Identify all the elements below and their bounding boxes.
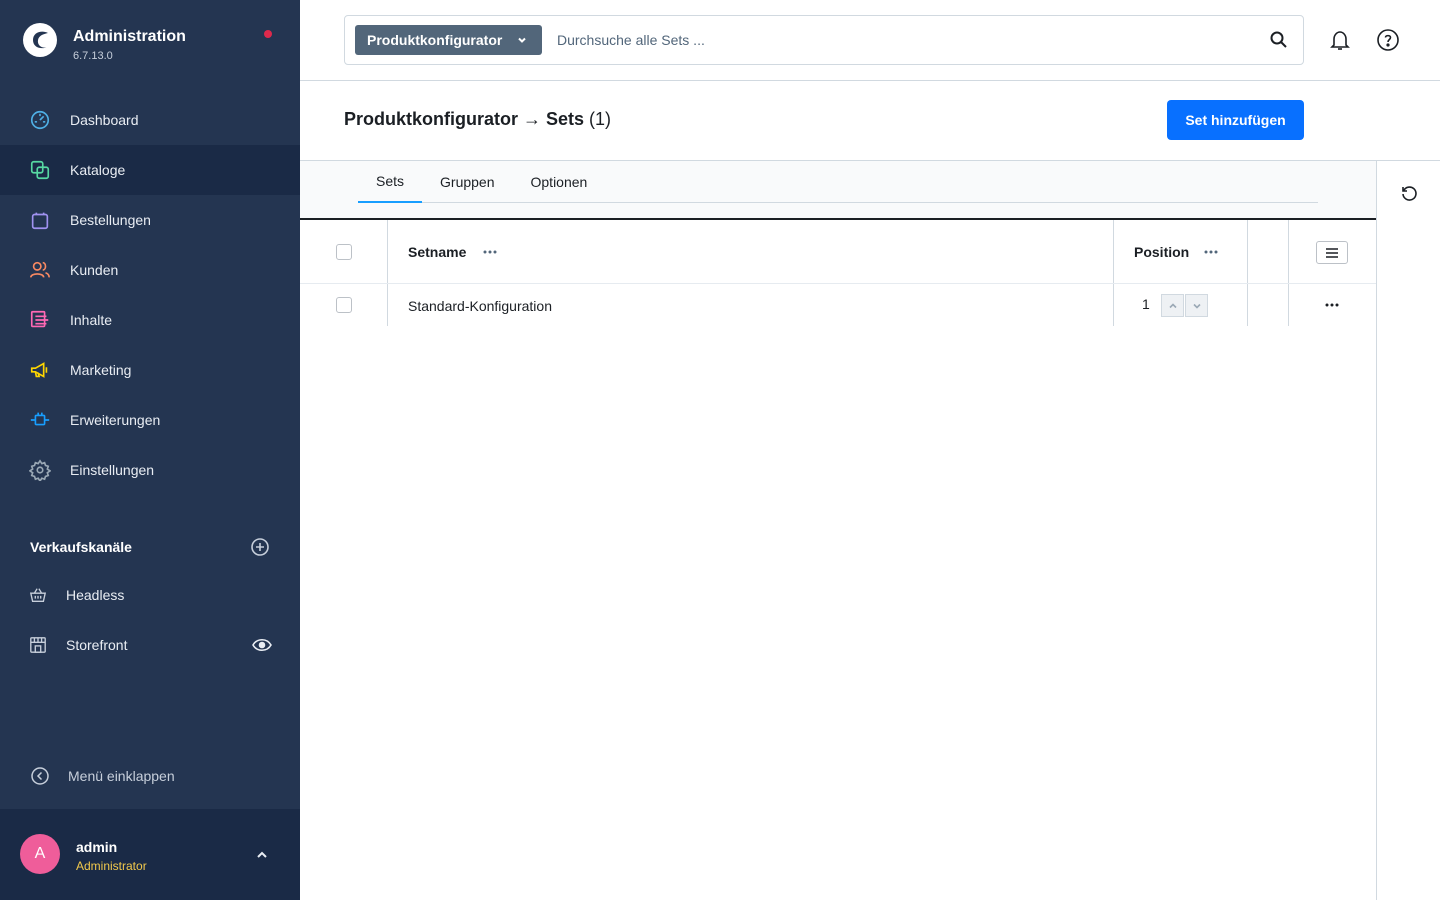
sales-channels-header: Verkaufskanäle bbox=[30, 537, 270, 557]
page-title-text: Produktkonfigurator → Sets bbox=[344, 109, 585, 129]
select-all-checkbox[interactable] bbox=[336, 244, 352, 260]
sales-channel-list: Headless Storefront bbox=[0, 570, 300, 670]
brand-title: Administration bbox=[73, 28, 186, 45]
nav-item-settings[interactable]: Einstellungen bbox=[0, 445, 300, 495]
nav-item-content[interactable]: Inhalte bbox=[0, 295, 300, 345]
nav-item-label: Marketing bbox=[70, 362, 132, 378]
row-checkbox[interactable] bbox=[336, 297, 352, 313]
tab-sets[interactable]: Sets bbox=[358, 161, 423, 203]
basket-icon bbox=[28, 585, 48, 605]
column-divider bbox=[387, 220, 388, 283]
sales-channel-label: Headless bbox=[66, 587, 125, 603]
search-input[interactable] bbox=[557, 26, 1237, 54]
notification-dot bbox=[264, 30, 272, 38]
nav-item-customers[interactable]: Kunden bbox=[0, 245, 300, 295]
user-name: admin bbox=[76, 839, 118, 855]
nav-item-marketing[interactable]: Marketing bbox=[0, 345, 300, 395]
settings-icon bbox=[28, 458, 52, 482]
tabs: Sets Gruppen Optionen bbox=[358, 161, 1318, 203]
nav-item-extensions[interactable]: Erweiterungen bbox=[0, 395, 300, 445]
refresh-icon[interactable] bbox=[1399, 183, 1419, 203]
column-divider bbox=[1288, 220, 1289, 283]
eye-icon[interactable] bbox=[252, 636, 272, 654]
column-header-setname[interactable]: Setname bbox=[408, 244, 466, 260]
search-type-dropdown[interactable]: Produktkonfigurator bbox=[355, 25, 542, 55]
nav-item-label: Kataloge bbox=[70, 162, 126, 178]
column-divider bbox=[1288, 284, 1289, 326]
nav-item-dashboard[interactable]: Dashboard bbox=[0, 95, 300, 145]
global-search: Produktkonfigurator bbox=[344, 15, 1304, 65]
column-divider bbox=[1113, 284, 1114, 326]
move-up-button[interactable] bbox=[1161, 294, 1184, 317]
avatar: A bbox=[20, 834, 60, 874]
sidebar-right bbox=[1376, 161, 1440, 900]
table-row[interactable]: Standard-Konfiguration 1 bbox=[300, 284, 1376, 326]
tab-groups[interactable]: Gruppen bbox=[422, 161, 512, 203]
nav-item-catalogues[interactable]: Kataloge bbox=[0, 145, 300, 195]
page-title: Produktkonfigurator → Sets (1) bbox=[344, 109, 611, 130]
catalog-icon bbox=[28, 158, 52, 182]
extensions-icon bbox=[28, 408, 52, 432]
column-header-position[interactable]: Position bbox=[1134, 244, 1189, 260]
shopware-logo-icon bbox=[23, 23, 57, 57]
collapse-menu-label: Menü einklappen bbox=[68, 768, 175, 784]
column-divider bbox=[387, 284, 388, 326]
column-divider bbox=[1113, 220, 1114, 283]
cell-setname[interactable]: Standard-Konfiguration bbox=[408, 298, 552, 314]
column-menu-icon[interactable] bbox=[1203, 249, 1219, 255]
chevron-up-icon bbox=[1168, 302, 1177, 308]
tab-options[interactable]: Optionen bbox=[513, 161, 606, 203]
table-header-row: Setname Position bbox=[300, 220, 1376, 284]
page-title-count: (1) bbox=[589, 109, 612, 129]
collapse-menu-button[interactable]: Menü einklappen bbox=[30, 766, 175, 786]
row-actions-icon[interactable] bbox=[1324, 302, 1340, 308]
move-down-button[interactable] bbox=[1185, 294, 1208, 317]
nav-item-label: Erweiterungen bbox=[70, 412, 161, 428]
nav-item-label: Inhalte bbox=[70, 312, 113, 328]
brand: Administration 6.7.13.0 bbox=[22, 22, 186, 62]
sales-channel-label: Storefront bbox=[66, 637, 128, 653]
nav-item-label: Kunden bbox=[70, 262, 119, 278]
nav-item-label: Dashboard bbox=[70, 112, 139, 128]
nav-item-label: Bestellungen bbox=[70, 212, 151, 228]
chevron-down-icon bbox=[1192, 303, 1201, 309]
top-bar: Produktkonfigurator bbox=[300, 0, 1440, 81]
orders-icon bbox=[28, 208, 52, 232]
chevron-up-icon[interactable] bbox=[254, 847, 270, 863]
main-navigation: Dashboard Kataloge Bestellungen Kunden I… bbox=[0, 95, 300, 495]
marketing-icon bbox=[28, 358, 52, 382]
brand-version: 6.7.13.0 bbox=[73, 50, 113, 62]
content-icon bbox=[28, 308, 52, 332]
list-icon bbox=[1326, 247, 1338, 258]
sales-channel-headless[interactable]: Headless bbox=[0, 570, 300, 620]
search-type-label: Produktkonfigurator bbox=[367, 32, 503, 48]
sets-table: Setname Position Standard-Konfiguration … bbox=[300, 220, 1376, 326]
cell-position: 1 bbox=[1142, 296, 1150, 312]
tabs-area: Sets Gruppen Optionen bbox=[300, 161, 1376, 218]
sales-channels-title: Verkaufskanäle bbox=[30, 539, 132, 555]
customers-icon bbox=[28, 258, 52, 282]
column-menu-icon[interactable] bbox=[482, 249, 498, 255]
chevron-down-icon bbox=[518, 37, 526, 43]
column-settings-button[interactable] bbox=[1316, 241, 1348, 264]
storefront-icon bbox=[28, 635, 48, 655]
help-icon[interactable] bbox=[1376, 28, 1400, 52]
user-role: Administrator bbox=[76, 859, 147, 873]
sidebar: Administration 6.7.13.0 Dashboard Katalo… bbox=[0, 0, 300, 900]
position-buttons bbox=[1161, 294, 1208, 317]
bell-icon[interactable] bbox=[1328, 28, 1352, 52]
chevron-left-circle-icon bbox=[31, 767, 49, 785]
dashboard-icon bbox=[28, 108, 52, 132]
nav-item-label: Einstellungen bbox=[70, 462, 155, 478]
add-sales-channel-icon[interactable] bbox=[250, 537, 270, 557]
search-icon[interactable] bbox=[1269, 30, 1289, 50]
user-panel[interactable]: A admin Administrator bbox=[0, 809, 300, 900]
column-divider bbox=[1247, 284, 1248, 326]
column-divider bbox=[1247, 220, 1248, 283]
nav-item-orders[interactable]: Bestellungen bbox=[0, 195, 300, 245]
sales-channel-storefront[interactable]: Storefront bbox=[0, 620, 300, 670]
add-set-button[interactable]: Set hinzufügen bbox=[1167, 100, 1304, 140]
